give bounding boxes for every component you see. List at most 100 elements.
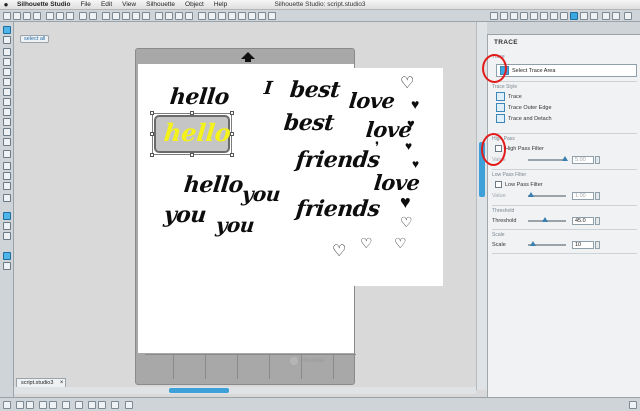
rounded-rectangle-icon[interactable] <box>3 68 11 76</box>
release-compound-icon[interactable] <box>185 12 193 20</box>
undo-icon[interactable] <box>79 12 87 20</box>
menu-app[interactable]: Silhouette Studio <box>12 1 75 8</box>
word-best[interactable]: best <box>283 110 336 136</box>
heart-icon[interactable]: ♥ <box>412 158 419 170</box>
duplicate-icon[interactable] <box>62 401 70 409</box>
front-icon[interactable] <box>88 401 96 409</box>
threshold-slider[interactable] <box>528 217 566 222</box>
low-pass-stepper[interactable] <box>595 192 600 200</box>
offset-icon[interactable] <box>550 12 558 20</box>
online-store-icon[interactable] <box>3 262 11 270</box>
settings-icon[interactable] <box>629 401 637 409</box>
select-trace-area-button[interactable]: Select Trace Area <box>496 64 637 77</box>
resize-handle[interactable] <box>230 111 234 115</box>
heart-icon[interactable]: ♡ <box>400 215 413 229</box>
word-you[interactable]: you <box>215 213 256 237</box>
open-icon[interactable] <box>13 12 21 20</box>
arc-tool-icon[interactable] <box>3 108 11 116</box>
make-compound-icon[interactable] <box>175 12 183 20</box>
delete-icon[interactable] <box>208 12 216 20</box>
ungroup-icon[interactable] <box>165 12 173 20</box>
replicate-icon[interactable] <box>248 12 256 20</box>
zoom-fit-icon[interactable] <box>132 12 140 20</box>
heart-icon[interactable]: ♡ <box>394 236 407 250</box>
slider-knob[interactable] <box>528 192 534 197</box>
regular-polygon-icon[interactable] <box>3 118 11 126</box>
resize-handle[interactable] <box>150 111 154 115</box>
knife-tool-icon[interactable] <box>3 172 11 180</box>
silhouette-logo-icon[interactable] <box>624 12 632 20</box>
word-you[interactable]: you <box>163 202 208 228</box>
cut-icon[interactable] <box>46 12 54 20</box>
resize-handle[interactable] <box>190 111 194 115</box>
zoom-page-icon[interactable] <box>142 12 150 20</box>
word-love[interactable]: love <box>348 88 396 113</box>
trace-and-detach-option[interactable]: Trace and Detach <box>492 113 637 124</box>
page-setup-icon[interactable] <box>490 12 498 20</box>
delete-icon[interactable] <box>75 401 83 409</box>
heart-icon[interactable]: ♡ <box>360 236 373 250</box>
send-back-icon[interactable] <box>228 12 236 20</box>
document-tab[interactable]: script.studio3 × <box>16 378 67 387</box>
heart-icon[interactable]: ❜ <box>375 140 379 153</box>
ungroup-icon[interactable] <box>26 401 34 409</box>
heart-icon[interactable]: ♡ <box>332 244 346 260</box>
copy-icon[interactable] <box>56 12 64 20</box>
scale-slider[interactable] <box>528 241 566 246</box>
freehand-tool-icon[interactable] <box>3 128 11 136</box>
resize-handle[interactable] <box>190 153 194 157</box>
group-icon[interactable] <box>155 12 163 20</box>
fill-color-icon[interactable] <box>520 12 528 20</box>
selection-box[interactable] <box>150 111 234 157</box>
menu-file[interactable]: File <box>75 1 95 8</box>
word-best[interactable]: best <box>289 77 342 103</box>
menu-edit[interactable]: Edit <box>96 1 117 8</box>
high-pass-slider[interactable] <box>528 156 568 161</box>
new-icon[interactable] <box>3 12 11 20</box>
back-icon[interactable] <box>98 401 106 409</box>
heart-icon[interactable]: ♡ <box>400 76 414 92</box>
scale-stepper[interactable] <box>595 241 600 249</box>
library-panel-icon[interactable] <box>3 252 11 260</box>
word-hello[interactable]: hello <box>169 84 231 110</box>
resize-handle[interactable] <box>150 132 154 136</box>
slider-knob[interactable] <box>542 217 548 222</box>
word-you[interactable]: you <box>241 182 282 206</box>
pan-tool-icon[interactable] <box>3 194 11 202</box>
print-icon[interactable] <box>33 12 41 20</box>
zoom-icon[interactable] <box>111 401 119 409</box>
resize-handle[interactable] <box>150 153 154 157</box>
save-icon[interactable] <box>23 12 31 20</box>
slider-knob[interactable] <box>530 241 536 246</box>
group-icon[interactable] <box>16 401 24 409</box>
align-icon[interactable] <box>238 12 246 20</box>
low-pass-slider[interactable] <box>528 192 566 197</box>
resize-handle[interactable] <box>230 132 234 136</box>
polygon-tool-icon[interactable] <box>3 88 11 96</box>
resize-handle[interactable] <box>230 153 234 157</box>
show-cut-lines-icon[interactable] <box>3 212 11 220</box>
design-canvas[interactable]: select all silhouette hello I best love … <box>14 22 476 390</box>
zoom-in-icon[interactable] <box>112 12 120 20</box>
text-tool-icon[interactable] <box>3 150 11 158</box>
line-tool-icon[interactable] <box>3 48 11 56</box>
send-to-silhouette-icon[interactable] <box>590 12 598 20</box>
pan-icon[interactable] <box>102 12 110 20</box>
scale-value-input[interactable]: 10 <box>572 241 594 249</box>
heart-icon[interactable]: ♥ <box>400 193 411 211</box>
close-icon[interactable]: × <box>60 379 64 387</box>
transform-icon[interactable] <box>258 12 266 20</box>
line-color-icon[interactable] <box>530 12 538 20</box>
trace-icon[interactable] <box>570 12 578 20</box>
heart-icon[interactable]: ♥ <box>411 97 419 111</box>
high-pass-value-input[interactable]: 5.00 <box>572 156 594 164</box>
compound-icon[interactable] <box>39 401 47 409</box>
scroll-thumb[interactable] <box>169 388 229 393</box>
weld-icon[interactable] <box>268 12 276 20</box>
select-all-tab[interactable]: select all <box>20 35 50 43</box>
smooth-freehand-icon[interactable] <box>3 138 11 146</box>
threshold-stepper[interactable] <box>595 217 600 225</box>
cut-settings-icon[interactable] <box>580 12 588 20</box>
word-love[interactable]: love <box>373 170 421 195</box>
threshold-value-input[interactable]: 45.0 <box>572 217 594 225</box>
